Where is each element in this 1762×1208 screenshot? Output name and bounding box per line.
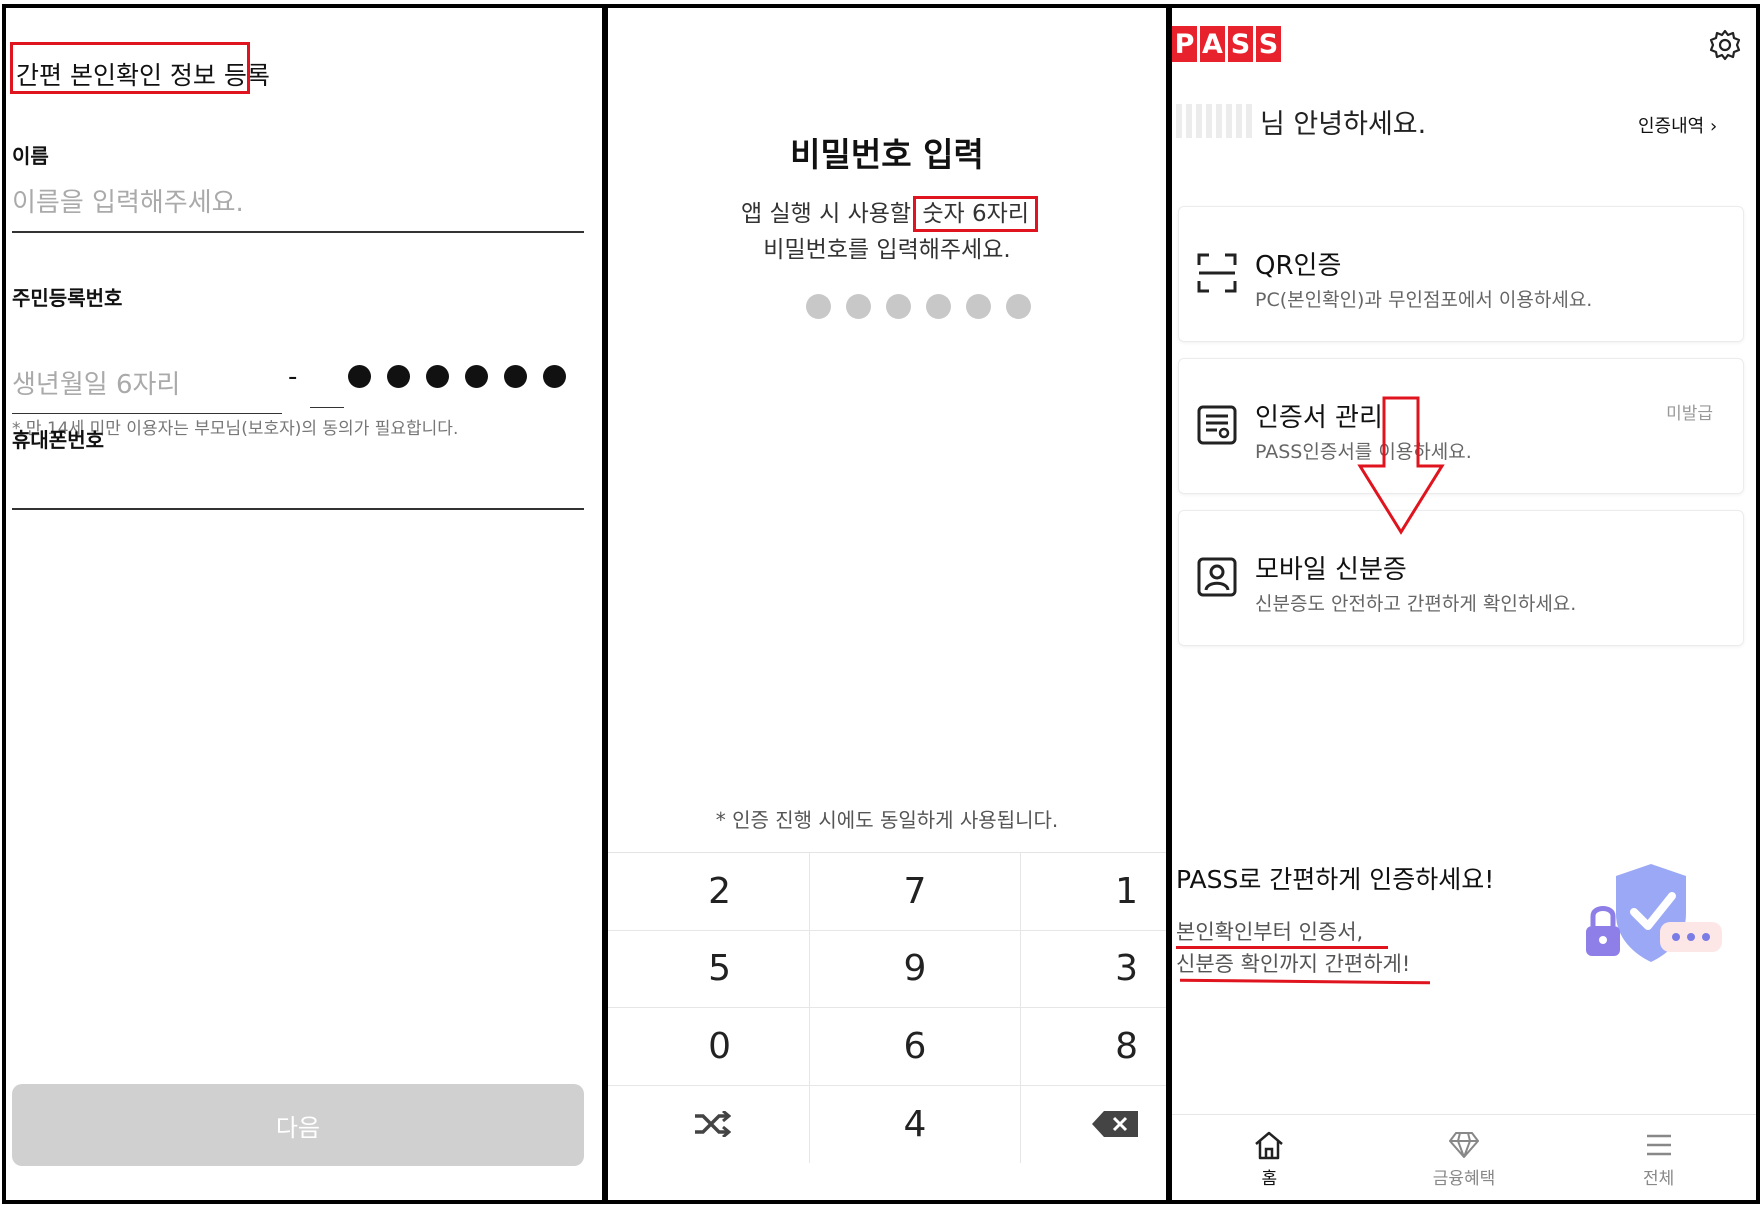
- card-subtitle: PC(본인확인)과 무인점포에서 이용하세요.: [1255, 289, 1593, 311]
- mask-dot: [348, 365, 371, 388]
- greeting-text: 님 안녕하세요.: [1260, 109, 1427, 140]
- mask-dot: [504, 365, 527, 388]
- name-label: 이름: [12, 144, 49, 168]
- pin-dot: [846, 294, 871, 319]
- mask-dot: [387, 365, 410, 388]
- card-title: 모바일 신분증: [1255, 555, 1407, 585]
- tab-label: 금융혜택: [1432, 1169, 1496, 1189]
- gear-icon[interactable]: [1708, 28, 1742, 62]
- qr-auth-card[interactable]: QR인증 PC(본인확인)과 무인점포에서 이용하세요.: [1178, 206, 1744, 342]
- pin-dot: [1006, 294, 1031, 319]
- promo-line: 신분증 확인까지 간편하게!: [1176, 952, 1411, 976]
- rrn-label: 주민등록번호: [12, 286, 123, 310]
- logo-letter: P: [1172, 26, 1197, 62]
- key-5[interactable]: 5: [608, 930, 810, 1008]
- tab-all[interactable]: 전체: [1561, 1115, 1756, 1200]
- key-8[interactable]: 8: [1021, 1008, 1166, 1086]
- home-icon: [1255, 1131, 1284, 1160]
- tab-label: 전체: [1643, 1169, 1675, 1189]
- underline-annotation: [1176, 946, 1388, 949]
- pin-indicator: [806, 294, 1031, 319]
- promo-line: 본인확인부터 인증서,: [1176, 920, 1364, 944]
- secure-keypad: 2 7 1 5 9 3 0 6 8 4: [608, 852, 1166, 1164]
- logo-letter: S: [1228, 26, 1253, 62]
- mask-dot: [465, 365, 488, 388]
- page-title: 비밀번호 입력: [790, 135, 984, 174]
- rrn-back-first-digit-input[interactable]: [310, 398, 344, 408]
- shuffle-icon: [695, 1111, 731, 1138]
- backspace-button[interactable]: [1021, 1086, 1166, 1164]
- pin-dot: [886, 294, 911, 319]
- pin-dot: [806, 294, 831, 319]
- certificate-icon: [1197, 405, 1237, 445]
- logo-letter: S: [1256, 26, 1281, 62]
- qr-scan-icon: [1197, 253, 1237, 293]
- diamond-icon: [1449, 1132, 1479, 1158]
- phone-label: 휴대폰번호: [12, 428, 104, 452]
- status-badge: 미발급: [1666, 404, 1713, 424]
- certificate-card[interactable]: 인증서 관리 PASS인증서를 이용하세요. 미발급: [1178, 358, 1744, 494]
- promo-title: PASS로 간편하게 인증하세요!: [1176, 865, 1495, 894]
- mask-dot: [426, 365, 449, 388]
- instruction-text-line2: 비밀번호를 입력해주세요.: [763, 237, 1011, 263]
- mobile-id-card[interactable]: 모바일 신분증 신분증도 안전하고 간편하게 확인하세요.: [1178, 510, 1744, 646]
- shuffle-button[interactable]: [608, 1085, 810, 1163]
- password-instructions: 앱 실행 시 사용할 숫자 6자리 비밀번호를 입력해주세요.: [608, 196, 1166, 268]
- security-shield-illustration: [1586, 864, 1722, 962]
- pin-dot: [926, 294, 951, 319]
- bottom-tab-bar: 홈 금융혜택 전체: [1172, 1114, 1756, 1200]
- key-3[interactable]: 3: [1021, 931, 1166, 1008]
- key-2[interactable]: 2: [608, 853, 810, 931]
- auth-history-link[interactable]: 인증내역 ›: [1638, 112, 1717, 138]
- key-1[interactable]: 1: [1021, 853, 1166, 931]
- password-entry-screen: 비밀번호 입력 앱 실행 시 사용할 숫자 6자리 비밀번호를 입력해주세요. …: [604, 4, 1170, 1204]
- down-arrow-annotation: [1357, 396, 1445, 535]
- instruction-highlight: 숫자 6자리: [913, 196, 1038, 232]
- name-input[interactable]: 이름을 입력해주세요.: [12, 182, 584, 233]
- backspace-icon: [1092, 1111, 1138, 1138]
- pin-dot: [966, 294, 991, 319]
- masked-username: [1176, 104, 1254, 138]
- id-card-icon: [1197, 557, 1237, 597]
- phone-input[interactable]: [12, 498, 584, 510]
- pass-logo: P A S S: [1172, 26, 1281, 62]
- menu-icon: [1646, 1134, 1671, 1156]
- instruction-text: 앱 실행 시 사용할: [741, 201, 919, 227]
- key-4[interactable]: 4: [810, 1085, 1021, 1163]
- rrn-masked-digits: [348, 365, 566, 388]
- tab-home[interactable]: 홈: [1172, 1115, 1367, 1200]
- next-button[interactable]: 다음: [12, 1084, 584, 1166]
- key-9[interactable]: 9: [810, 930, 1021, 1008]
- tab-label: 홈: [1261, 1169, 1278, 1189]
- pass-home-screen: P A S S 님 안녕하세요. 인증내역 › QR인증 PC(본인확인)과 무…: [1168, 4, 1760, 1204]
- identity-registration-screen: 간편 본인확인 정보 등록 이름 이름을 입력해주세요. 주민등록번호 생년월일…: [2, 4, 606, 1204]
- tab-financial-benefits[interactable]: 금융혜택: [1367, 1115, 1562, 1200]
- card-subtitle: 신분증도 안전하고 간편하게 확인하세요.: [1255, 593, 1577, 615]
- mask-dot: [543, 365, 566, 388]
- key-0[interactable]: 0: [608, 1008, 810, 1086]
- key-7[interactable]: 7: [810, 853, 1021, 931]
- screenshot-collage: 간편 본인확인 정보 등록 이름 이름을 입력해주세요. 주민등록번호 생년월일…: [0, 0, 1762, 1208]
- highlight-box-title: [10, 42, 250, 94]
- rrn-front-input[interactable]: 생년월일 6자리: [12, 364, 282, 414]
- logo-letter: A: [1200, 26, 1225, 62]
- rrn-dash: -: [288, 362, 298, 392]
- key-6[interactable]: 6: [810, 1008, 1021, 1086]
- password-note: * 인증 진행 시에도 동일하게 사용됩니다.: [715, 808, 1059, 832]
- card-title: QR인증: [1255, 251, 1342, 281]
